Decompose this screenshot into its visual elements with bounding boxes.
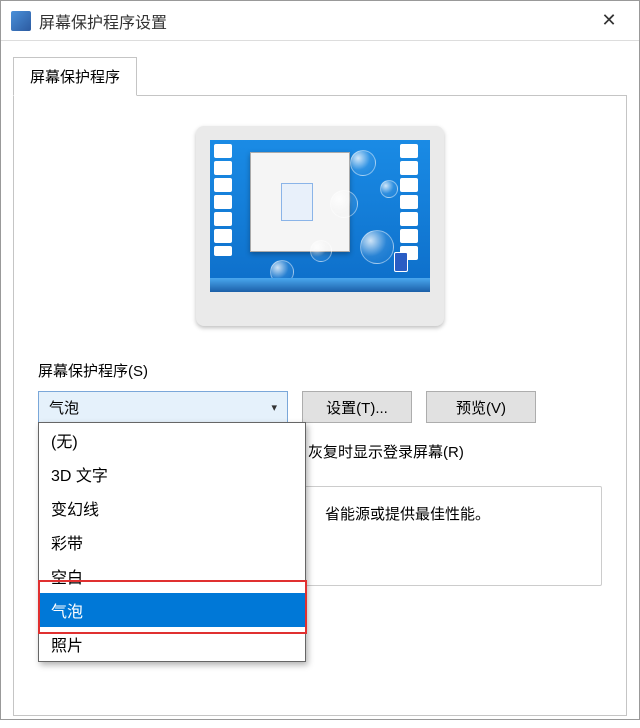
preview-button[interactable]: 预览(V): [426, 391, 536, 423]
desktop-icons-left: [210, 140, 248, 292]
screensaver-dropdown[interactable]: (无) 3D 文字 变幻线 彩带 空白 气泡 照片: [38, 422, 306, 662]
preview-taskbar: [210, 278, 430, 292]
content-area: 屏幕保护程序: [1, 41, 639, 728]
combo-value: 气泡: [49, 397, 79, 418]
dialog-window: 屏幕保护程序设置 ✕ 屏幕保护程序: [0, 0, 640, 720]
dropdown-item-photos[interactable]: 照片: [39, 627, 305, 661]
screensaver-combo[interactable]: 气泡 ▾: [38, 391, 288, 423]
preview-badge: [394, 252, 408, 272]
app-icon: [11, 11, 31, 31]
tab-strip: 屏幕保护程序: [13, 57, 627, 96]
dropdown-item-3dtext[interactable]: 3D 文字: [39, 457, 305, 491]
dropdown-item-none[interactable]: (无): [39, 423, 305, 457]
settings-button[interactable]: 设置(T)...: [302, 391, 412, 423]
preview-area: [38, 126, 602, 326]
tab-screensaver[interactable]: 屏幕保护程序: [13, 57, 137, 96]
close-button[interactable]: ✕: [589, 1, 629, 41]
dropdown-item-ribbons[interactable]: 彩带: [39, 525, 305, 559]
titlebar: 屏幕保护程序设置 ✕: [1, 1, 639, 41]
monitor-screen: [210, 140, 430, 292]
screensaver-group-label: 屏幕保护程序(S): [38, 360, 602, 381]
close-icon: ✕: [601, 10, 616, 31]
monitor-preview: [196, 126, 444, 326]
dropdown-item-blank[interactable]: 空白: [39, 559, 305, 593]
controls-row: 气泡 ▾ 设置(T)... 预览(V) (无) 3D 文字 变幻线 彩带 空白 …: [38, 391, 602, 423]
dropdown-item-mystify[interactable]: 变幻线: [39, 491, 305, 525]
chevron-down-icon: ▾: [271, 401, 277, 414]
dropdown-item-bubbles[interactable]: 气泡: [39, 593, 305, 627]
window-title: 屏幕保护程序设置: [39, 9, 167, 33]
tab-panel: 屏幕保护程序(S) 气泡 ▾ 设置(T)... 预览(V) (无) 3D 文字 …: [13, 96, 627, 716]
